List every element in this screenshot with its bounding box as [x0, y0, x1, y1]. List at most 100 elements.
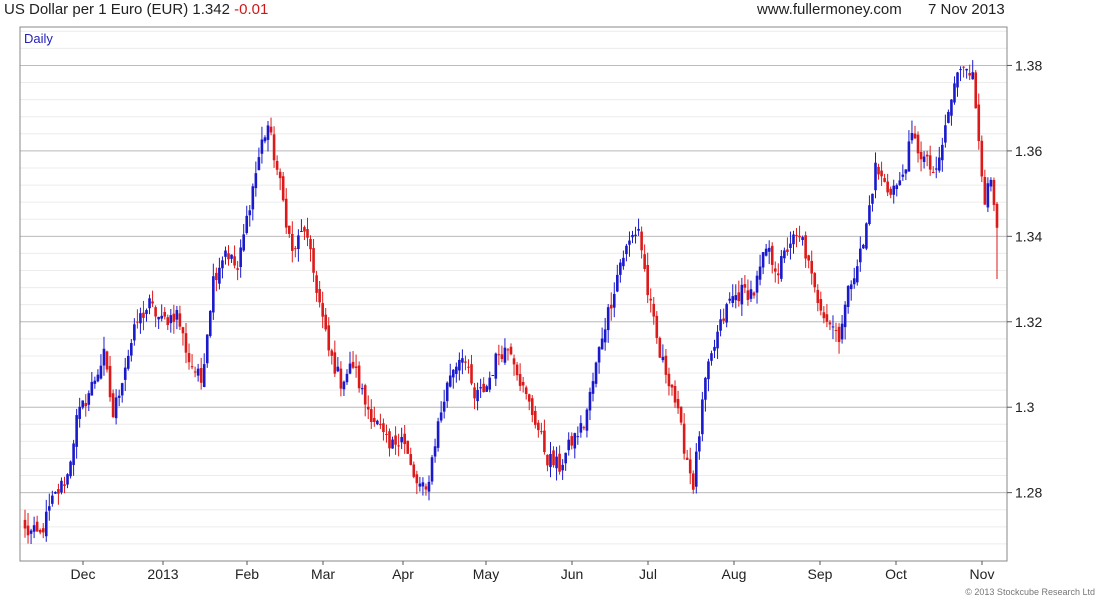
candle-body	[184, 333, 188, 353]
candle-body	[464, 361, 467, 363]
candle-body	[354, 366, 358, 368]
candle-body	[111, 393, 115, 417]
candle-body	[148, 298, 151, 309]
candle	[749, 280, 753, 303]
candle	[537, 420, 540, 438]
candle-body	[849, 284, 853, 290]
x-tick-label: May	[473, 566, 499, 582]
y-tick-label: 1.38	[1015, 57, 1042, 73]
candle-body	[72, 443, 75, 465]
candle	[154, 305, 157, 328]
candle	[925, 150, 929, 167]
candle	[342, 380, 346, 397]
candle-body	[576, 436, 580, 438]
candle	[136, 309, 139, 329]
candle-body	[488, 377, 492, 390]
candle	[275, 155, 279, 176]
candle-body	[761, 252, 765, 268]
candle-body	[160, 315, 163, 319]
candle	[196, 363, 200, 382]
candle	[199, 357, 203, 390]
candle	[269, 117, 273, 136]
candle-body	[898, 180, 902, 185]
candle	[373, 406, 376, 427]
candle-body	[260, 139, 264, 154]
candle-body	[351, 361, 355, 368]
candle-body	[534, 410, 537, 425]
candle	[488, 371, 492, 393]
candle-body	[78, 406, 81, 419]
candle-body	[263, 137, 267, 142]
candle	[704, 376, 707, 412]
candle	[974, 70, 978, 109]
candle	[944, 114, 947, 148]
candle	[294, 245, 297, 258]
candle-body	[458, 359, 461, 371]
candle-body	[971, 72, 974, 80]
candle-body	[139, 313, 142, 324]
candle	[871, 193, 874, 212]
y-axis: 1.28 1.3 1.32 1.34 1.36 1.38	[1007, 57, 1042, 501]
candle	[986, 177, 990, 212]
candle-body	[145, 310, 148, 314]
candle	[780, 249, 783, 282]
candle-body	[218, 267, 221, 284]
candle	[418, 476, 422, 492]
candle	[72, 439, 75, 476]
candle-body	[944, 125, 947, 143]
candle	[464, 355, 467, 371]
candle-body	[989, 179, 993, 187]
candle	[515, 362, 519, 381]
candle-body	[852, 278, 856, 285]
candle-body	[622, 257, 625, 267]
candle-body	[44, 511, 48, 537]
candle	[172, 304, 176, 334]
candle	[348, 351, 352, 375]
candle	[415, 470, 419, 495]
candle-body	[913, 133, 917, 139]
candle	[737, 280, 741, 307]
candle-body	[63, 484, 66, 486]
candle	[713, 339, 716, 359]
candle	[397, 433, 400, 457]
candle	[898, 171, 902, 186]
candle-body	[32, 525, 36, 532]
candle	[166, 314, 170, 331]
candle	[546, 454, 549, 472]
candle-body	[96, 374, 100, 382]
candle	[968, 64, 971, 81]
candle	[953, 76, 956, 105]
x-tick-label: Nov	[970, 566, 995, 582]
candle	[664, 349, 668, 384]
candle-body	[330, 350, 334, 356]
candle	[96, 369, 100, 383]
candle	[634, 226, 637, 244]
candle	[233, 245, 236, 269]
y-tick-label: 1.34	[1015, 228, 1042, 244]
candle	[950, 99, 953, 126]
grid-lines	[20, 30, 1007, 562]
candle-body	[616, 274, 619, 292]
candle-body	[619, 262, 622, 275]
candle	[506, 347, 510, 361]
candle	[81, 400, 85, 410]
candle-body	[120, 383, 124, 396]
candle	[810, 250, 814, 285]
candle	[41, 523, 45, 539]
candle-body	[561, 464, 564, 471]
candle	[919, 141, 923, 172]
candle-body	[594, 362, 598, 384]
candle	[552, 446, 555, 468]
candle	[983, 169, 987, 205]
candle	[862, 243, 865, 249]
candle-body	[172, 313, 176, 322]
candle-body	[470, 364, 473, 384]
candle-body	[822, 312, 826, 319]
candle	[482, 377, 485, 393]
candle-body	[625, 245, 628, 255]
candle	[114, 389, 118, 425]
candle-body	[257, 157, 261, 171]
candle-body	[321, 303, 324, 317]
candle-body	[300, 231, 303, 233]
candle-body	[291, 233, 294, 251]
